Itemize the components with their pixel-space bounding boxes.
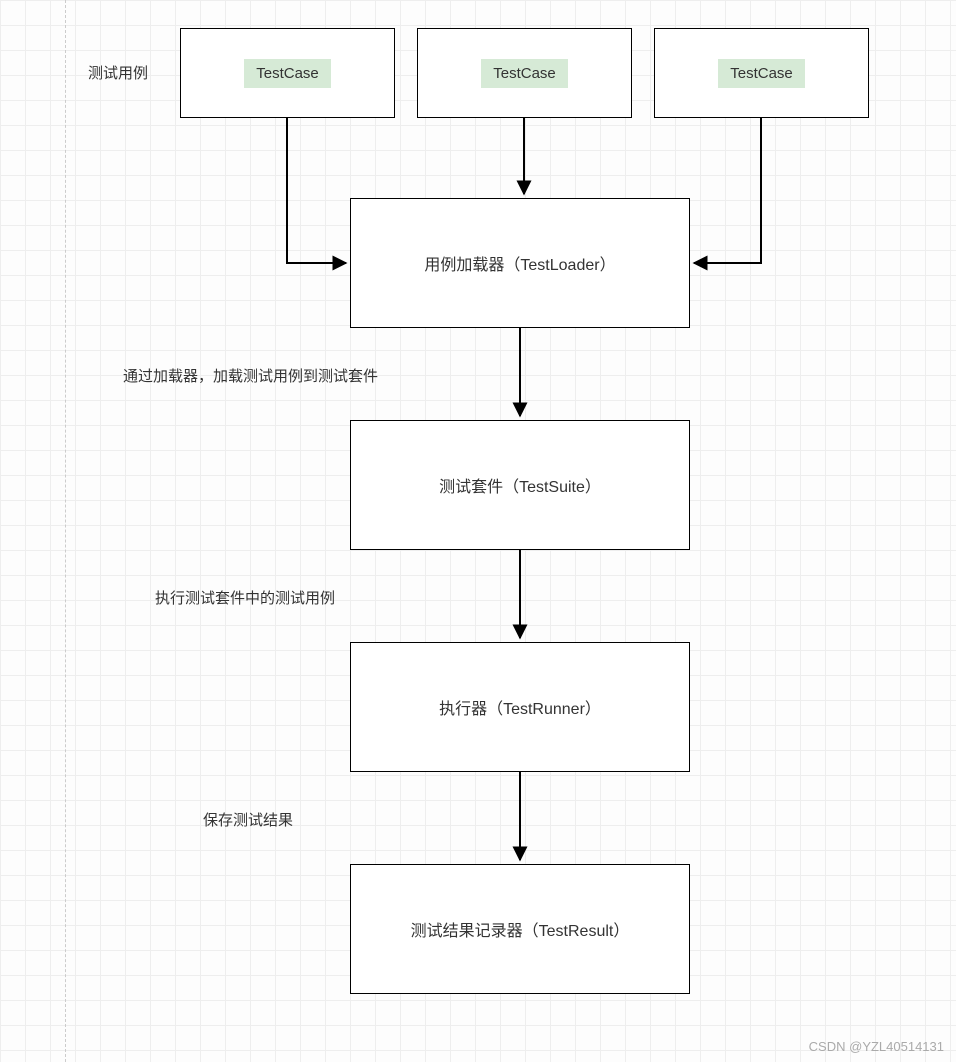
testcase-node-3: TestCase [654,28,869,118]
row-label: 测试用例 [88,62,148,83]
watermark: CSDN @YZL40514131 [809,1039,944,1054]
testcase-label: TestCase [244,59,331,88]
testcase-label: TestCase [481,59,568,88]
testcase-node-1: TestCase [180,28,395,118]
section-divider [65,0,66,1062]
testcase-label: TestCase [718,59,805,88]
runner-label: 执行器（TestRunner） [439,695,601,719]
edge-label-runner-result: 保存测试结果 [203,809,293,830]
loader-node: 用例加载器（TestLoader） [350,198,690,328]
suite-node: 测试套件（TestSuite） [350,420,690,550]
result-label: 测试结果记录器（TestResult） [411,917,630,941]
runner-node: 执行器（TestRunner） [350,642,690,772]
testcase-node-2: TestCase [417,28,632,118]
edge-label-suite-runner: 执行测试套件中的测试用例 [155,587,335,608]
loader-label: 用例加载器（TestLoader） [424,251,615,275]
edge-label-loader-suite: 通过加载器，加载测试用例到测试套件 [123,365,378,386]
result-node: 测试结果记录器（TestResult） [350,864,690,994]
suite-label: 测试套件（TestSuite） [439,473,601,497]
